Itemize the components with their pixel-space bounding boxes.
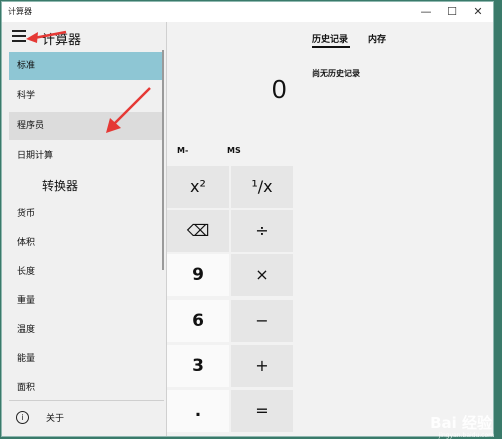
arrow-to-programmer-item — [106, 87, 151, 133]
arrow-to-menu-icon — [26, 30, 67, 43]
annotation-arrows — [26, 30, 151, 133]
baidu-watermark-logo: Bai 经验 — [430, 414, 492, 432]
calculator-window: 计算器 — ☐ ✕ 历史记录 内存 尚无历史记录 0 M- MS x² ¹/x … — [1, 1, 494, 437]
baidu-watermark-url: jingyan.baidu.com — [438, 432, 494, 439]
